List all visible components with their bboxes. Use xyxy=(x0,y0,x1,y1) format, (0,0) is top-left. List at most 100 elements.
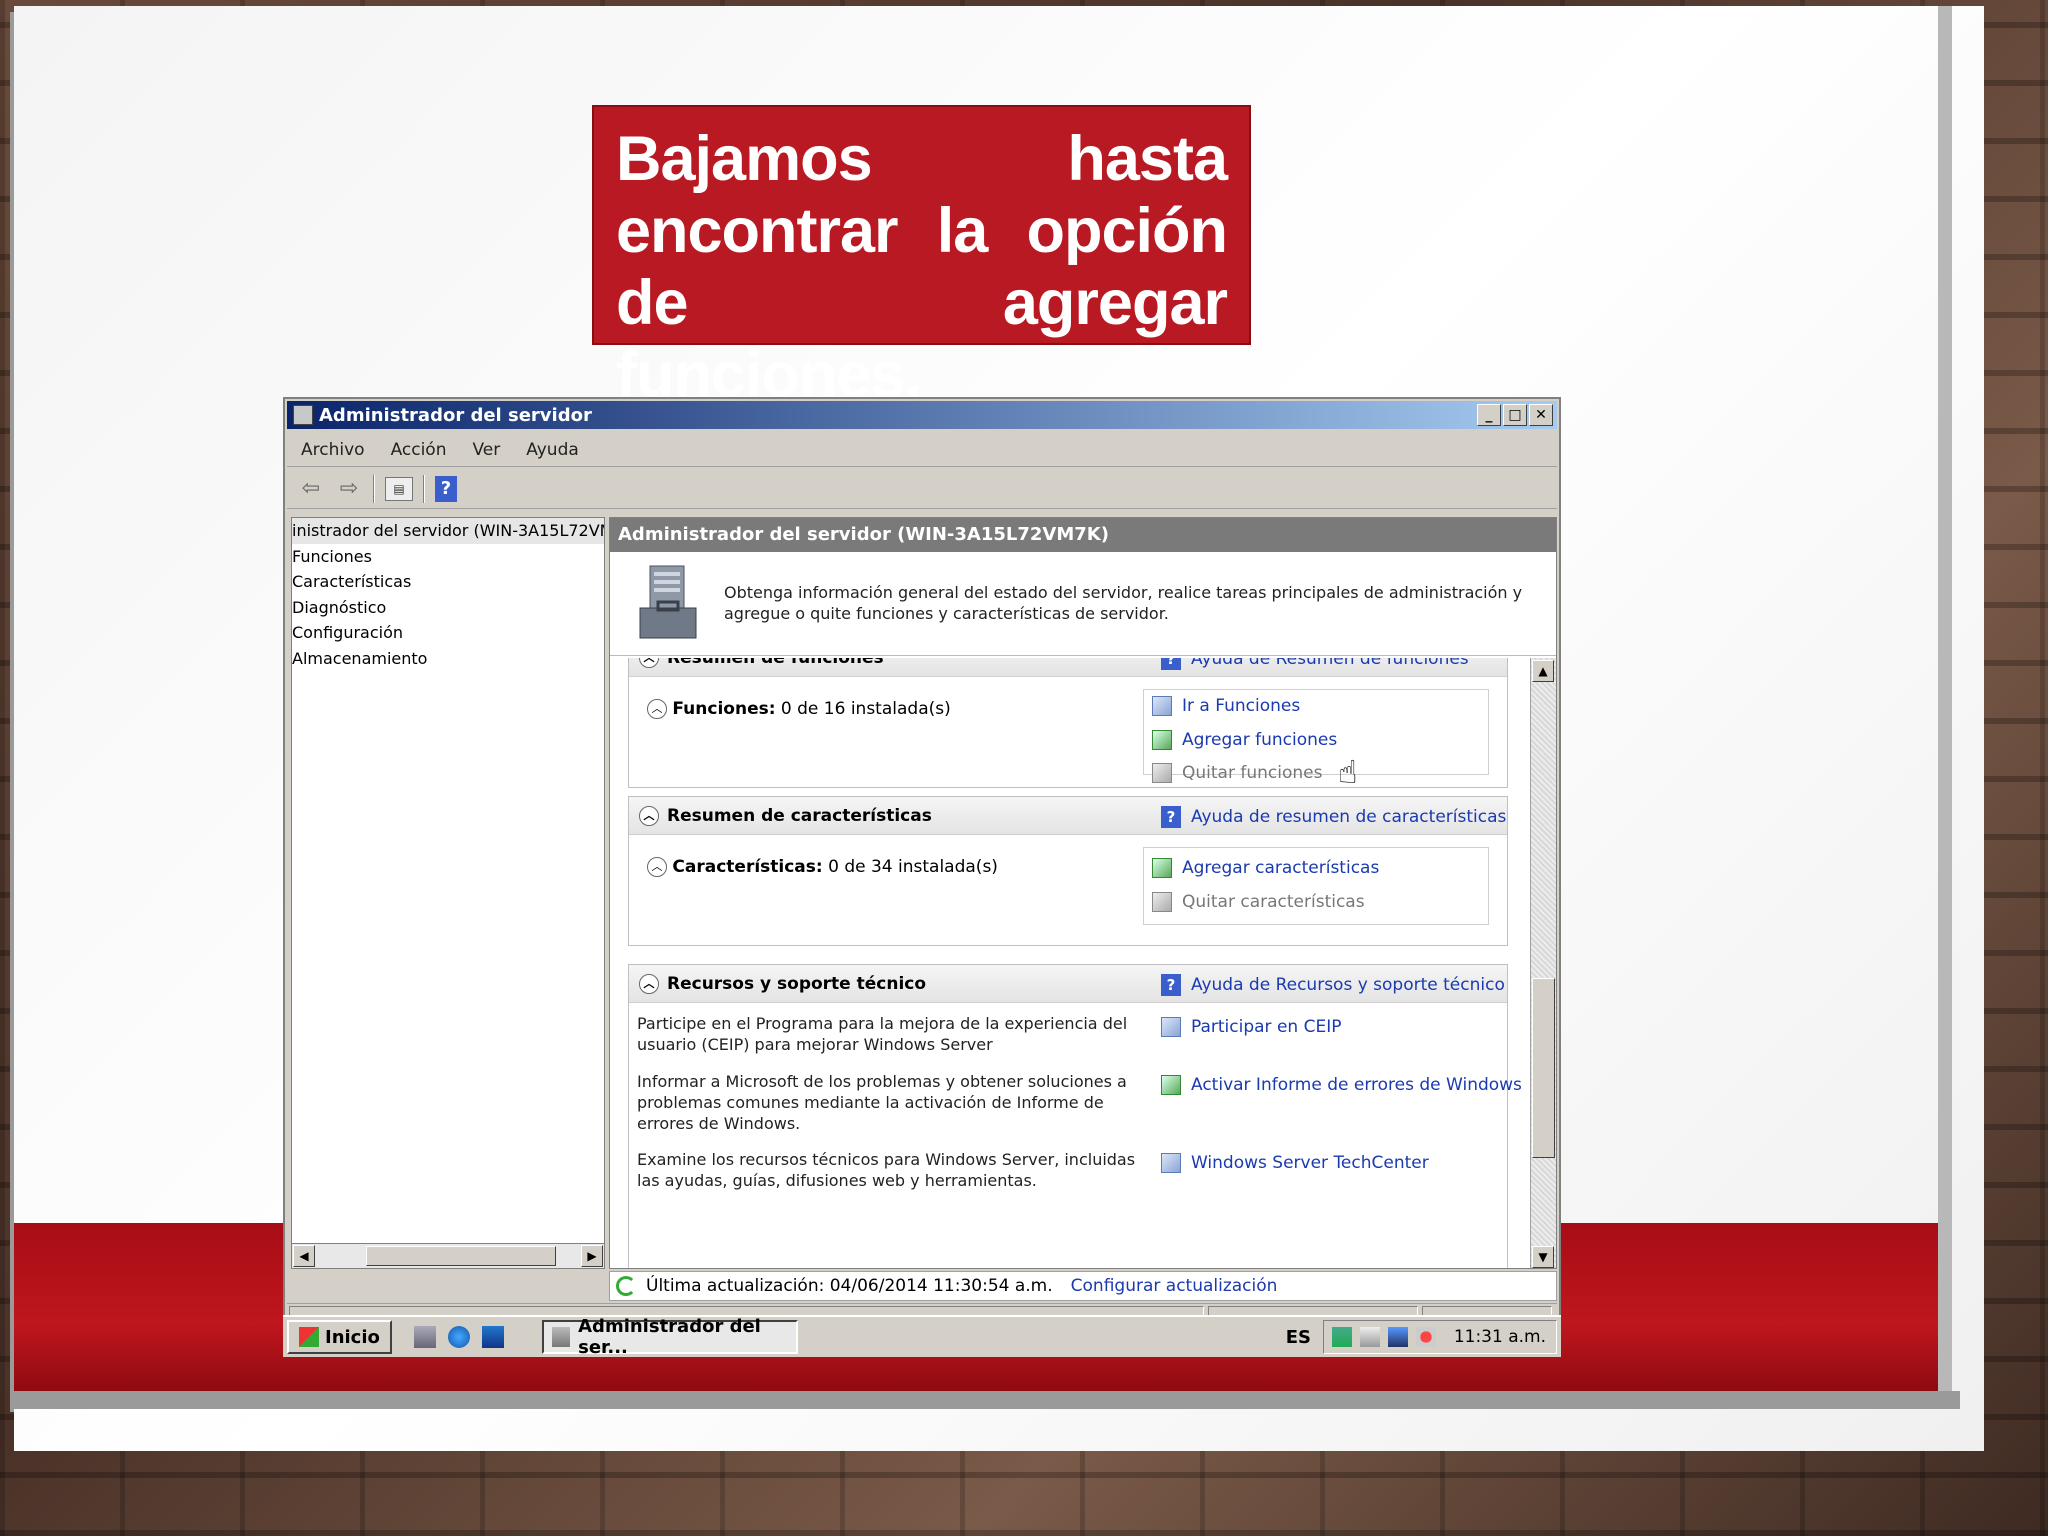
resources-help-link[interactable]: ? Ayuda de Recursos y soporte técnico xyxy=(1161,974,1505,996)
server-toolbox-icon xyxy=(639,565,697,639)
scroll-content: ︿Resumen de funciones ?Ayuda de Resumen … xyxy=(610,658,1528,1268)
show-desktop-icon[interactable] xyxy=(481,1326,504,1348)
show-hide-tree-icon[interactable]: ▤ xyxy=(385,476,413,501)
roles-count: ︿ Funciones: 0 de 16 instalada(s) xyxy=(647,699,951,719)
collapse-icon[interactable]: ︿ xyxy=(639,806,659,826)
features-label: Características: xyxy=(672,857,823,877)
collapse-icon[interactable]: ︿ xyxy=(639,658,659,668)
tree-item-almacenamiento[interactable]: Almacenamiento xyxy=(292,646,604,672)
ceip-link[interactable]: Participar en CEIP xyxy=(1161,1017,1341,1037)
features-help-link[interactable]: ? Ayuda de resumen de características xyxy=(1161,806,1506,828)
features-subsection: ︿ Características: 0 de 34 instalada(s) … xyxy=(647,847,1489,925)
server-manager-quicklaunch-icon[interactable] xyxy=(413,1326,436,1348)
scroll-up-icon[interactable]: ▲ xyxy=(1532,660,1554,682)
techcenter-icon xyxy=(1161,1153,1181,1173)
error-report-icon xyxy=(1161,1075,1181,1095)
pane-header: Administrador del servidor (WIN-3A15L72V… xyxy=(610,518,1556,552)
taskbar-window-label: Administrador del ser... xyxy=(578,1316,761,1358)
callout-text: Bajamos hasta encontrar la opción de agr… xyxy=(616,124,1228,410)
internet-explorer-icon[interactable] xyxy=(447,1326,470,1348)
error-report-link[interactable]: Activar Informe de errores de Windows xyxy=(1161,1075,1522,1095)
title-bar[interactable]: Administrador del servidor _ □ ✕ xyxy=(287,401,1557,429)
volume-muted-icon[interactable] xyxy=(1416,1327,1436,1347)
remove-features-icon xyxy=(1152,892,1172,912)
tree-item-configuracion[interactable]: Configuración xyxy=(292,620,604,646)
server-manager-icon xyxy=(551,1327,571,1347)
remove-roles-link[interactable]: Quitar funciones xyxy=(1152,763,1322,783)
collapse-icon[interactable]: ︿ xyxy=(647,857,667,877)
help-icon: ? xyxy=(1161,658,1181,670)
menu-ayuda[interactable]: Ayuda xyxy=(526,440,579,460)
taskbar: Inicio Administrador del ser... ES 11:31… xyxy=(283,1315,1561,1358)
maximize-button[interactable]: □ xyxy=(1503,404,1527,426)
add-roles-link[interactable]: Agregar funciones xyxy=(1152,730,1337,750)
resources-panel: ︿ Recursos y soporte técnico ? Ayuda de Re… xyxy=(628,964,1522,1268)
roles-links: Ir a Funciones Agregar funciones Quitar … xyxy=(1143,689,1489,783)
scroll-thumb[interactable] xyxy=(1532,978,1555,1158)
techcenter-link[interactable]: Windows Server TechCenter xyxy=(1161,1153,1429,1173)
start-label: Inicio xyxy=(325,1326,380,1348)
remove-features-link[interactable]: Quitar características xyxy=(1152,892,1365,912)
collapse-icon[interactable]: ︿ xyxy=(647,699,667,719)
collapse-icon[interactable]: ︿ xyxy=(639,974,659,994)
quick-launch xyxy=(413,1326,504,1348)
network-icon[interactable] xyxy=(1388,1327,1408,1347)
main-pane: Administrador del servidor (WIN-3A15L72V… xyxy=(609,517,1557,1269)
slide-bottom-strip xyxy=(10,1391,1960,1409)
refresh-icon[interactable] xyxy=(616,1276,636,1296)
roles-help-link[interactable]: ? Ayuda de Resumen de funciones xyxy=(1161,658,1469,670)
remove-roles-icon xyxy=(1152,763,1172,783)
forward-arrow-icon[interactable]: ⇨ xyxy=(335,475,363,503)
roles-summary-panel: ︿Resumen de funciones ?Ayuda de Resumen … xyxy=(628,658,1508,788)
configure-refresh-link[interactable]: Configurar actualización xyxy=(1071,1276,1278,1296)
tree-item-server-manager[interactable]: inistrador del servidor (WIN-3A15L72VM xyxy=(292,518,604,544)
intro-section: Obtenga información general del estado d… xyxy=(610,552,1556,656)
toolbar-separator xyxy=(423,474,425,503)
start-button[interactable]: Inicio xyxy=(287,1320,392,1354)
features-summary-title[interactable]: ︿ Resumen de características xyxy=(639,806,932,826)
features-summary-header: ︿ Resumen de características ? Ayuda de re… xyxy=(629,797,1507,835)
menu-archivo[interactable]: Archivo xyxy=(301,440,365,460)
scroll-down-icon[interactable]: ▼ xyxy=(1532,1246,1554,1268)
features-value: 0 de 34 instalada(s) xyxy=(828,857,998,877)
back-arrow-icon[interactable]: ⇦ xyxy=(297,475,325,503)
scroll-thumb[interactable] xyxy=(366,1246,556,1266)
slide-edge xyxy=(1938,6,1952,1406)
scroll-left-icon[interactable]: ◀ xyxy=(293,1245,315,1267)
roles-summary-title[interactable]: ︿Resumen de funciones xyxy=(639,658,884,668)
go-to-roles-link[interactable]: Ir a Funciones xyxy=(1152,696,1300,716)
server-manager-icon xyxy=(293,405,313,425)
help-icon: ? xyxy=(1161,974,1181,996)
system-tray: 11:31 a.m. xyxy=(1323,1320,1557,1354)
resources-title[interactable]: ︿ Recursos y soporte técnico xyxy=(639,974,926,994)
toolbar-separator xyxy=(373,474,375,503)
add-features-icon xyxy=(1152,858,1172,878)
taskbar-window-button[interactable]: Administrador del ser... xyxy=(541,1316,798,1358)
tree-item-funciones[interactable]: Funciones xyxy=(292,544,604,570)
add-features-link[interactable]: Agregar características xyxy=(1152,858,1379,878)
language-indicator[interactable]: ES xyxy=(1286,1327,1311,1348)
roles-value: 0 de 16 instalada(s) xyxy=(780,699,951,719)
ceip-text: Participe en el Programa para la mejora … xyxy=(637,1014,1128,1054)
tree-item-diagnostico[interactable]: Diagnóstico xyxy=(292,595,604,621)
resources-header: ︿ Recursos y soporte técnico ? Ayuda de Re… xyxy=(629,965,1507,1003)
tree-horizontal-scrollbar[interactable]: ◀ ▶ xyxy=(291,1243,605,1269)
callout-box: Bajamos hasta encontrar la opción de agr… xyxy=(592,105,1251,410)
minimize-button[interactable]: _ xyxy=(1477,404,1501,426)
windows-logo-icon xyxy=(299,1327,319,1347)
vertical-scrollbar[interactable]: ▲ ▼ xyxy=(1530,658,1556,1268)
roles-summary-header: ︿Resumen de funciones ?Ayuda de Resumen … xyxy=(629,658,1507,677)
hand-cursor-icon: ☝ xyxy=(1338,753,1358,791)
clock[interactable]: 11:31 a.m. xyxy=(1454,1327,1546,1347)
features-summary-panel: ︿ Resumen de características ? Ayuda de re… xyxy=(628,796,1508,946)
scroll-right-icon[interactable]: ▶ xyxy=(581,1245,603,1267)
server-manager-window: Administrador del servidor _ □ ✕ Archivo… xyxy=(283,397,1561,1357)
close-button[interactable]: ✕ xyxy=(1529,404,1553,426)
help-icon[interactable]: ? xyxy=(435,475,457,502)
tray-app-icon[interactable] xyxy=(1332,1327,1352,1347)
menu-ver[interactable]: Ver xyxy=(473,440,501,460)
tree-item-caracteristicas[interactable]: Características xyxy=(292,569,604,595)
menu-accion[interactable]: Acción xyxy=(391,440,447,460)
features-count: ︿ Características: 0 de 34 instalada(s) xyxy=(647,857,998,877)
tray-clipboard-icon[interactable] xyxy=(1360,1327,1380,1347)
